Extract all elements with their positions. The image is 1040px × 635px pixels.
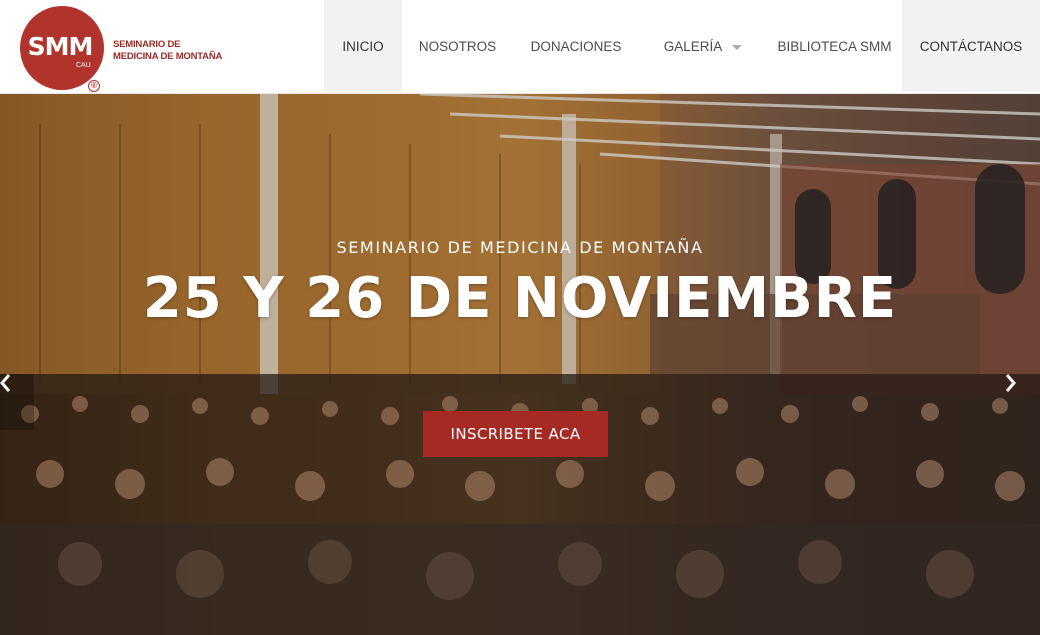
hero-overlay <box>0 94 1040 635</box>
nav-item-label: BIBLIOTECA SMM <box>777 38 892 54</box>
hero-subtitle: SEMINARIO DE MEDICINA DE MONTAÑA <box>336 238 704 257</box>
site-header: SMM CAU ® SEMINARIO DE MEDICINA DE MONTA… <box>0 0 1040 94</box>
main-nav: INICIO NOSOTROS DONACIONES GALERÍA BIBLI… <box>324 0 1040 92</box>
chevron-left-icon <box>0 374 10 392</box>
register-button[interactable]: INSCRIBETE ACA <box>423 411 608 457</box>
logo-mark: SMM <box>27 32 94 61</box>
chevron-right-icon <box>1006 374 1016 392</box>
hero-title: 25 Y 26 DE NOVIEMBRE <box>142 266 898 331</box>
logo-sub: CAU <box>76 62 91 69</box>
nav-item-label: CONTÁCTANOS <box>919 38 1023 54</box>
slider-next-button[interactable] <box>1006 374 1040 430</box>
slider-prev-button[interactable] <box>0 374 34 430</box>
nav-item-contactanos[interactable]: CONTÁCTANOS <box>902 0 1040 92</box>
nav-item-label: GALERÍA <box>663 38 723 54</box>
chevron-down-icon <box>732 44 743 50</box>
nav-item-donaciones[interactable]: DONACIONES <box>513 0 639 92</box>
nav-item-label: DONACIONES <box>530 38 622 54</box>
nav-item-nosotros[interactable]: NOSOTROS <box>402 0 513 92</box>
hero-slider: SEMINARIO DE MEDICINA DE MONTAÑA 25 Y 26… <box>0 94 1040 635</box>
nav-item-label: NOSOTROS <box>418 38 497 54</box>
logo-text-line2: MEDICINA DE MONTAÑA <box>113 51 223 62</box>
registered-icon: ® <box>88 80 100 92</box>
nav-item-biblioteca[interactable]: BIBLIOTECA SMM <box>767 0 902 92</box>
nav-item-inicio[interactable]: INICIO <box>324 0 402 92</box>
nav-item-label: INICIO <box>342 38 384 54</box>
logo-text-line1: SEMINARIO DE <box>113 39 181 50</box>
nav-item-galeria[interactable]: GALERÍA <box>639 0 767 92</box>
logo-text: SEMINARIO DE MEDICINA DE MONTAÑA <box>113 39 223 63</box>
site-logo[interactable]: SMM CAU ® SEMINARIO DE MEDICINA DE MONTA… <box>18 6 222 92</box>
